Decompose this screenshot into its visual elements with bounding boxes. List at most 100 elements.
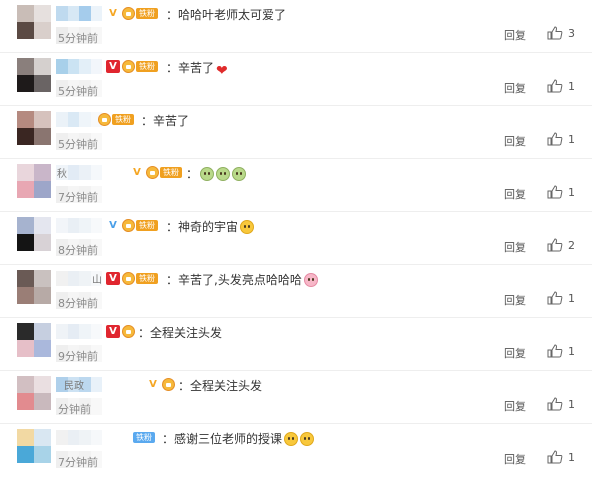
comment-row: 民政 V ：全程关注头发 分钟前 回复 1 (0, 371, 592, 424)
fan-label: 铁粉 (133, 432, 155, 443)
avatar[interactable] (17, 429, 51, 463)
avatar[interactable] (17, 217, 51, 251)
thumbs-up-icon[interactable] (547, 185, 563, 199)
thumbs-up-icon[interactable] (547, 344, 563, 358)
avatar[interactable] (17, 164, 51, 198)
vip-badge-icon: V (109, 220, 117, 231)
vip-badge-icon: V (106, 272, 120, 285)
fan-label: 铁粉 (136, 61, 158, 72)
thumbs-up-icon[interactable] (547, 238, 563, 252)
comment-row: 铁粉 ：感谢三位老师的授课 7分钟前 回复 1 (0, 424, 592, 477)
fan-badge-icon (122, 325, 135, 338)
vip-badge-icon: V (106, 325, 120, 338)
avatar[interactable] (17, 270, 51, 304)
like-count: 1 (568, 345, 575, 358)
fan-badge: 铁粉 (98, 113, 134, 126)
reply-button[interactable]: 回复 (504, 27, 526, 43)
comment-time: 8分钟前 (58, 297, 98, 310)
fan-badge (122, 325, 135, 338)
like-count: 1 (568, 133, 575, 146)
thumbs-up-icon[interactable] (547, 26, 563, 40)
fan-label: 铁粉 (112, 114, 134, 125)
comment-row: V 铁粉 ：辛苦了 ❤ 5分钟前 回复 1 (0, 53, 592, 106)
comment-list: V 铁粉 ：哈哈叶老师太可爱了 5分钟前 回复 3 V 铁粉 ：辛苦了 ❤ 5分… (0, 0, 592, 473)
comment-text: ：哈哈叶老师太可爱了 (166, 8, 287, 22)
vip-badge-icon: V (109, 8, 117, 19)
fan-badge: 铁粉 (122, 219, 158, 232)
fan-badge-icon (122, 272, 135, 285)
vip-badge-icon: V (149, 379, 157, 390)
username[interactable]: 民政 (64, 377, 84, 392)
like-count: 2 (568, 239, 575, 252)
avatar[interactable] (17, 58, 51, 92)
emoji-icon (300, 432, 315, 446)
fan-badge: 铁粉 (122, 272, 158, 285)
like-count: 1 (568, 398, 575, 411)
like-count: 1 (568, 186, 575, 199)
comment-time: 分钟前 (58, 403, 91, 416)
username-blur[interactable] (56, 6, 102, 21)
username-blur[interactable] (56, 218, 102, 233)
username-blur[interactable] (56, 324, 102, 339)
thumbs-up-icon[interactable] (547, 450, 563, 464)
fan-badge-icon (162, 378, 175, 391)
comment-time: 7分钟前 (58, 191, 98, 204)
comment-text: ：神奇的宇宙 (166, 218, 255, 235)
thumbs-up-icon[interactable] (547, 132, 563, 146)
username[interactable]: 秋 (57, 165, 67, 180)
reply-button[interactable]: 回复 (504, 398, 526, 414)
fan-badge-icon (122, 7, 135, 20)
avatar[interactable] (17, 323, 51, 357)
avatar[interactable] (17, 5, 51, 39)
fan-badge-icon (122, 60, 135, 73)
avatar[interactable] (17, 111, 51, 145)
emoji-icon (303, 273, 318, 287)
vip-badge-icon: V (106, 60, 120, 73)
fan-badge-icon (98, 113, 111, 126)
username[interactable]: 山 (92, 271, 102, 286)
heart-icon: ❤ (216, 63, 228, 79)
fan-label: 铁粉 (136, 8, 158, 19)
username-blur[interactable] (56, 112, 102, 127)
comment-row: V ：全程关注头发 9分钟前 回复 1 (0, 318, 592, 371)
like-count: 3 (568, 27, 575, 40)
vip-badge-icon: V (133, 167, 141, 178)
comment-time: 5分钟前 (58, 138, 98, 151)
thumbs-up-icon[interactable] (547, 79, 563, 93)
reply-button[interactable]: 回复 (504, 345, 526, 361)
comment-time: 5分钟前 (58, 85, 98, 98)
comment-text: ：感谢三位老师的授课 (162, 430, 315, 447)
emoji-icon (200, 167, 215, 181)
comment-row: 铁粉 ：辛苦了 5分钟前 回复 1 (0, 106, 592, 159)
reply-button[interactable]: 回复 (504, 451, 526, 467)
fan-badge-icon (146, 166, 159, 179)
comment-text: ：辛苦了,头发亮点哈哈哈 (166, 271, 318, 288)
username-blur[interactable] (56, 59, 102, 74)
fan-badge-icon (122, 219, 135, 232)
comment-row: V 铁粉 ：神奇的宇宙 8分钟前 回复 2 (0, 212, 592, 265)
emoji-icon (284, 432, 299, 446)
comment-text: ：全程关注头发 (178, 379, 263, 393)
comment-row: 山 V 铁粉 ：辛苦了,头发亮点哈哈哈 8分钟前 回复 1 (0, 265, 592, 318)
comment-text: ：辛苦了 ❤ (166, 61, 228, 79)
like-count: 1 (568, 292, 575, 305)
comment-text: ： (186, 165, 247, 182)
comment-time: 5分钟前 (58, 32, 98, 45)
reply-button[interactable]: 回复 (504, 80, 526, 96)
reply-button[interactable]: 回复 (504, 186, 526, 202)
username-blur[interactable] (56, 430, 102, 445)
like-count: 1 (568, 451, 575, 464)
comment-time: 9分钟前 (58, 350, 98, 363)
reply-button[interactable]: 回复 (504, 239, 526, 255)
fan-badge: 铁粉 (132, 431, 155, 444)
fan-badge: 铁粉 (122, 7, 158, 20)
reply-button[interactable]: 回复 (504, 133, 526, 149)
avatar[interactable] (17, 376, 51, 410)
thumbs-up-icon[interactable] (547, 291, 563, 305)
thumbs-up-icon[interactable] (547, 397, 563, 411)
fan-label: 铁粉 (136, 220, 158, 231)
emoji-icon (216, 167, 231, 181)
comment-row: 秋 V 铁粉 ： 7分钟前 回复 1 (0, 159, 592, 212)
reply-button[interactable]: 回复 (504, 292, 526, 308)
comment-row: V 铁粉 ：哈哈叶老师太可爱了 5分钟前 回复 3 (0, 0, 592, 53)
